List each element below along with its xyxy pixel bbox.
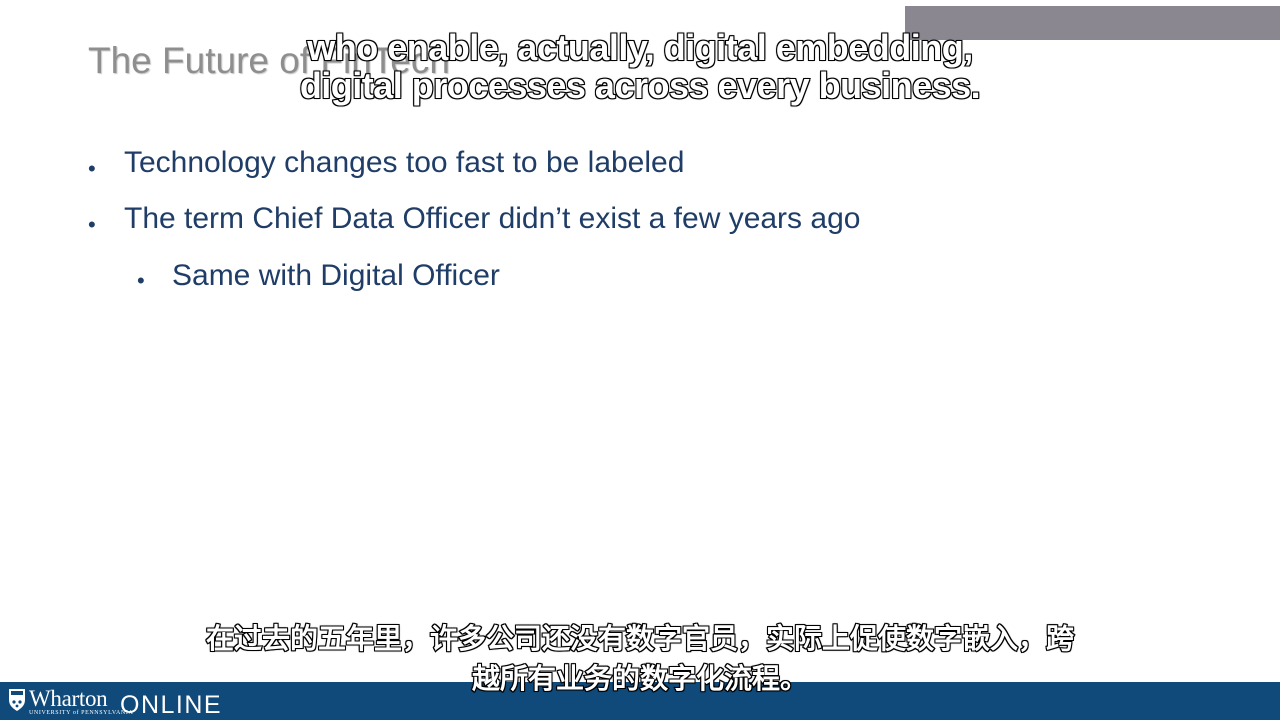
subtitle-line: who enable, actually, digital embedding, (306, 27, 974, 68)
bullet-glyph: • (88, 156, 96, 181)
slide: The Future of FinTech • Technology chang… (0, 0, 1280, 720)
subtitle-line: 在过去的五年里，许多公司还没有数字官员，实际上促使数字嵌入，跨 (205, 621, 1075, 656)
subtitle-line: digital processes across every business. (299, 65, 982, 106)
english-subtitle: who enable, actually, digital embedding,… (0, 27, 1280, 106)
university-name: UNIVERSITY of PENNSYLVANIA (29, 710, 134, 716)
sub-bullet-item: Same with Digital Officer (172, 259, 500, 292)
bullet-glyph: • (137, 268, 145, 293)
subtitle-line: 越所有业务的数字化流程。 (471, 661, 809, 696)
bullet-glyph: • (88, 212, 96, 237)
chinese-subtitle: 在过去的五年里，许多公司还没有数字官员，实际上促使数字嵌入，跨 越所有业务的数字… (0, 619, 1280, 699)
bullet-item: Technology changes too fast to be labele… (124, 146, 685, 179)
bullet-item: The term Chief Data Officer didn’t exist… (124, 202, 861, 235)
